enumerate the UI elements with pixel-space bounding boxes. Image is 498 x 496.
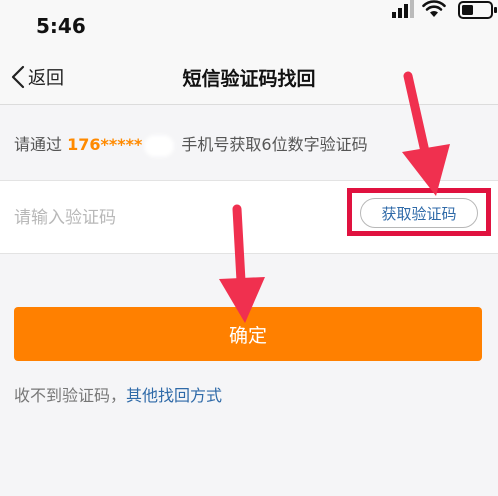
footer-text: 收不到验证码，	[14, 386, 127, 405]
status-bar: 5:46	[0, 0, 498, 50]
code-input-row: 获取验证码	[0, 180, 498, 254]
status-time: 5:46	[36, 14, 86, 38]
wifi-icon	[422, 0, 446, 17]
hint-suffix: 手机号获取6位数字验证码	[176, 135, 368, 154]
phone-mask-blur	[144, 134, 175, 157]
get-code-button[interactable]: 获取验证码	[360, 198, 478, 228]
other-recovery-link[interactable]: 其他找回方式	[126, 386, 222, 405]
navigation-bar: 返回 短信验证码找回	[0, 50, 498, 105]
signal-icon	[392, 0, 414, 18]
masked-phone-number: 176*****	[67, 135, 143, 154]
battery-icon	[458, 1, 497, 19]
footer-help: 收不到验证码，其他找回方式	[14, 382, 222, 406]
page-title: 短信验证码找回	[182, 68, 316, 90]
hint-prefix: 请通过	[14, 135, 68, 154]
verification-code-input[interactable]	[12, 199, 326, 237]
confirm-button[interactable]: 确定	[14, 307, 482, 361]
sms-hint: 请通过 176***** 手机号获取6位数字验证码	[14, 131, 368, 157]
